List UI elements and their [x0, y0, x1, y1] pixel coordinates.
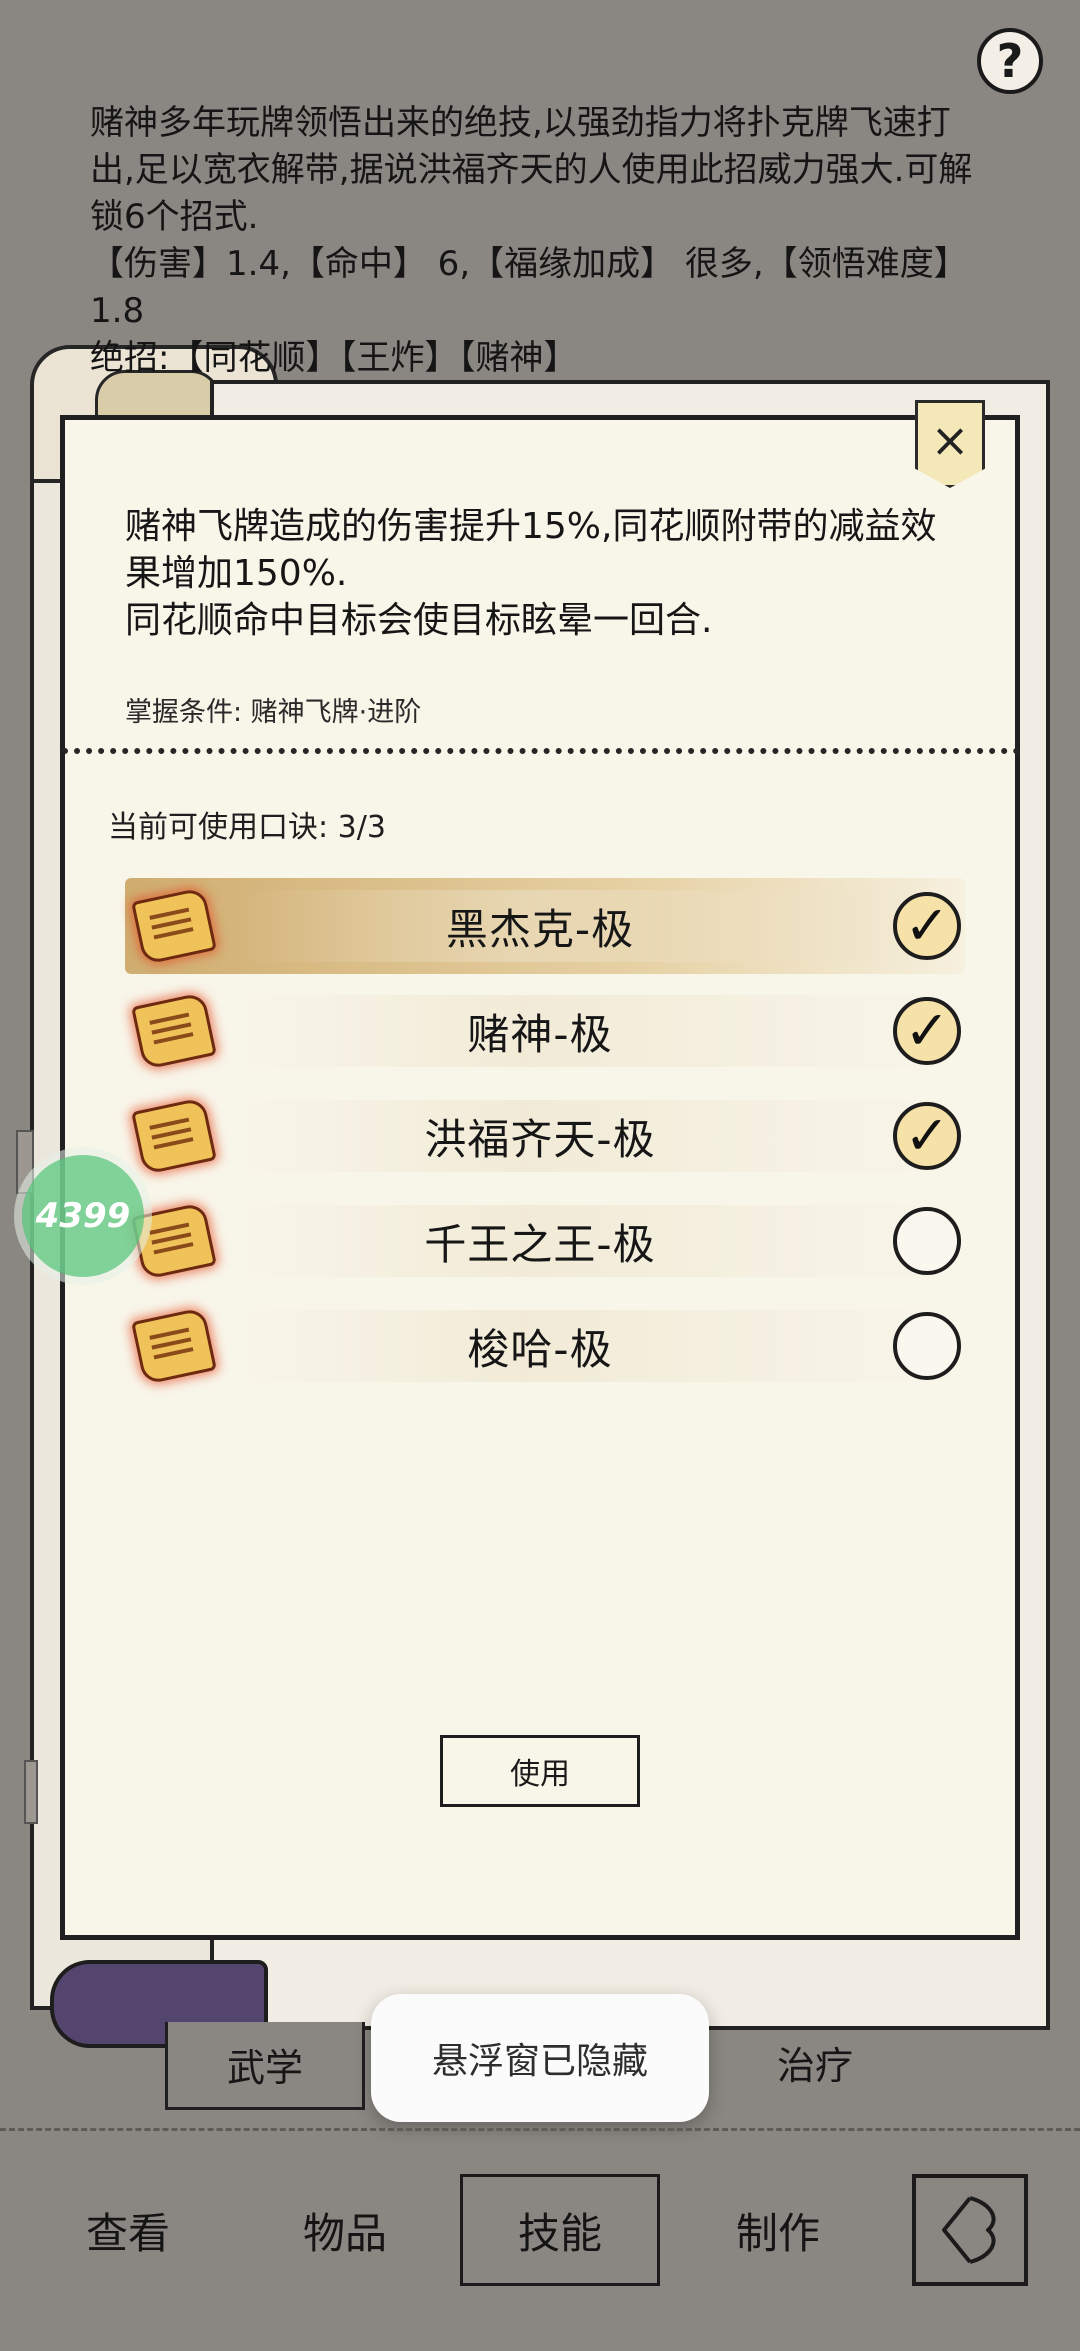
scroll-icon: [131, 992, 217, 1070]
dotted-divider: [62, 748, 1020, 754]
mantra-row[interactable]: 梭哈-极: [125, 1298, 975, 1394]
effect-line-1: 赌神飞牌造成的伤害提升15%,同花顺附带的减益效果增加150%.: [125, 506, 937, 594]
mantra-name: 洪福齐天-极: [424, 1114, 656, 1164]
skill-ultimates: 绝招:【同花顺】【王炸】【赌神】: [90, 338, 578, 378]
back-icon: [942, 2196, 996, 2264]
check-icon[interactable]: ✓: [893, 1102, 961, 1170]
subtab-heal[interactable]: 治疗: [735, 2022, 895, 2102]
mantra-name: 千王之王-极: [424, 1219, 656, 1269]
close-icon: ×: [930, 413, 970, 467]
mastery-condition: 掌握条件: 赌神飞牌·进阶: [125, 697, 422, 728]
back-button[interactable]: [912, 2174, 1028, 2286]
scroll-icon: [131, 1097, 217, 1175]
question-icon: ?: [996, 34, 1024, 88]
bottom-nav: 查看 物品 技能 制作: [0, 2150, 1080, 2310]
nav-items[interactable]: 物品: [255, 2180, 435, 2280]
mantra-row[interactable]: 千王之王-极: [125, 1193, 975, 1289]
mantra-row[interactable]: 洪福齐天-极 ✓: [125, 1088, 975, 1184]
mantra-name: 梭哈-极: [467, 1324, 613, 1374]
check-icon[interactable]: ✓: [893, 997, 961, 1065]
floating-4399-badge[interactable]: 4399: [22, 1155, 144, 1277]
mantra-name: 赌神-极: [467, 1009, 613, 1059]
nav-view[interactable]: 查看: [38, 2180, 218, 2280]
nav-craft[interactable]: 制作: [688, 2180, 868, 2280]
scroll-icon: [131, 1202, 217, 1280]
empty-circle-icon[interactable]: [893, 1207, 961, 1275]
left-edge-tab-lower: [24, 1760, 38, 1824]
mantra-name: 黑杰克-极: [445, 904, 635, 954]
skill-description: 赌神多年玩牌领悟出来的绝技,以强劲指力将扑克牌飞速打出,足以宽衣解带,据说洪福齐…: [90, 100, 990, 382]
mantra-effect: 赌神飞牌造成的伤害提升15%,同花顺附带的减益效果增加150%. 同花顺命中目标…: [125, 503, 955, 644]
toast-message: 悬浮窗已隐藏: [371, 1994, 709, 2122]
mantra-row[interactable]: 黑杰克-极 ✓: [125, 878, 975, 974]
scroll-icon: [131, 1307, 217, 1385]
nav-skills[interactable]: 技能: [460, 2174, 660, 2286]
skill-stats: 【伤害】1.4,【命中】 6,【福缘加成】 很多,【领悟难度】1.8: [90, 244, 968, 331]
scroll-icon: [131, 887, 217, 965]
empty-circle-icon[interactable]: [893, 1312, 961, 1380]
mantra-row[interactable]: 赌神-极 ✓: [125, 983, 975, 1079]
use-button[interactable]: 使用: [440, 1735, 640, 1807]
effect-line-2: 同花顺命中目标会使目标眩晕一回合.: [125, 600, 713, 641]
mantra-count: 当前可使用口诀: 3/3: [108, 810, 386, 845]
skill-description-text: 赌神多年玩牌领悟出来的绝技,以强劲指力将扑克牌飞速打出,足以宽衣解带,据说洪福齐…: [90, 103, 973, 237]
subtab-martial[interactable]: 武学: [165, 2022, 365, 2110]
check-icon[interactable]: ✓: [893, 892, 961, 960]
help-button[interactable]: ?: [977, 28, 1043, 94]
bottom-divider: [0, 2128, 1080, 2131]
